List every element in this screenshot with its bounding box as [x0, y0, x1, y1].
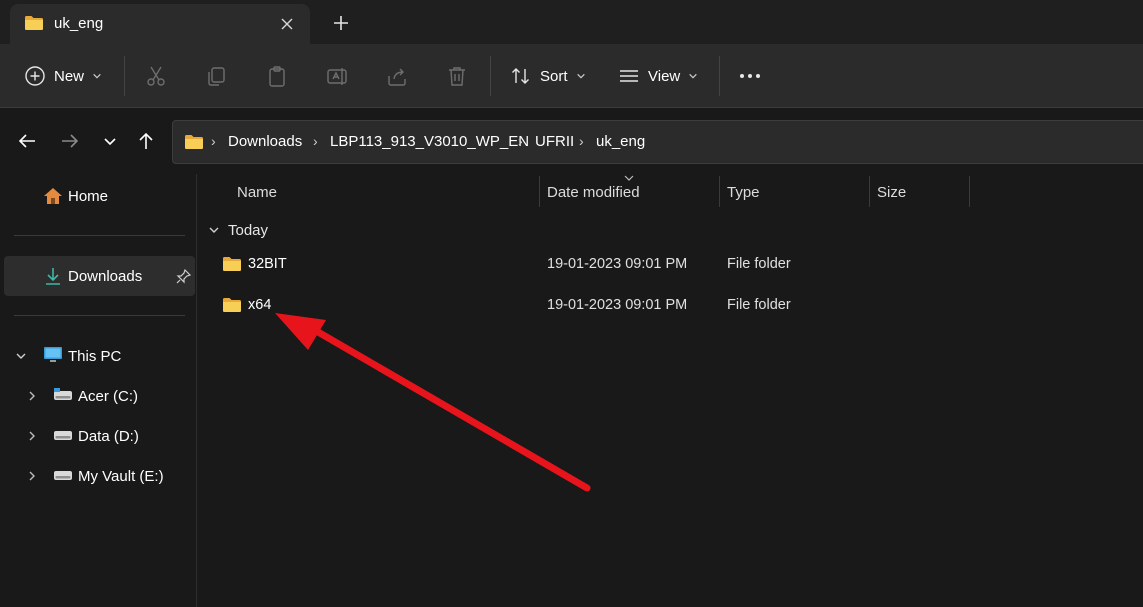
- drive-icon: [53, 428, 73, 442]
- copy-icon[interactable]: [204, 64, 228, 88]
- list-item[interactable]: 32BIT 19-01-2023 09:01 PM File folder: [210, 247, 990, 281]
- chevron-down-icon[interactable]: [15, 350, 27, 362]
- chevron-down-icon: [688, 71, 698, 81]
- plus-icon[interactable]: [328, 10, 354, 36]
- breadcrumb-downloads[interactable]: Downloads: [228, 133, 302, 150]
- download-icon: [46, 268, 60, 285]
- sidebar-label-home: Home: [68, 188, 109, 205]
- new-label: New: [54, 67, 85, 85]
- file-name: 32BIT: [248, 256, 287, 272]
- forward-arrow-icon[interactable]: [58, 129, 82, 153]
- sort-button[interactable]: Sort: [510, 58, 586, 94]
- active-tab[interactable]: uk_eng: [10, 4, 310, 44]
- sidebar-item-drive-e[interactable]: My Vault (E:): [0, 456, 195, 496]
- address-bar[interactable]: › Downloads › LBP113_913_V3010_WP_EN › U…: [172, 120, 1143, 164]
- column-header-type[interactable]: Type: [727, 184, 760, 201]
- recent-locations-icon[interactable]: [98, 129, 122, 153]
- chevron-down-icon: [576, 71, 586, 81]
- chevron-down-icon: [92, 71, 102, 81]
- sidebar-item-drive-c[interactable]: Acer (C:): [0, 376, 195, 416]
- sidebar-divider: [14, 315, 185, 316]
- column-header-name[interactable]: Name: [237, 184, 277, 201]
- sort-icon: [512, 68, 529, 84]
- sidebar-item-home[interactable]: Home: [0, 176, 195, 216]
- folder-icon: [184, 134, 204, 150]
- view-label: View: [648, 67, 681, 85]
- system-drive-icon: [54, 388, 73, 402]
- breadcrumb-ufrii[interactable]: UFRII: [535, 133, 574, 150]
- up-arrow-icon[interactable]: [134, 129, 158, 153]
- folder-icon: [222, 297, 242, 313]
- computer-icon: [44, 347, 62, 362]
- chevron-right-icon[interactable]: [26, 430, 38, 442]
- file-name: x64: [248, 297, 272, 313]
- sidebar-item-downloads[interactable]: Downloads: [4, 256, 195, 296]
- command-bar: New Sort View: [0, 44, 1143, 108]
- folder-icon: [222, 256, 242, 272]
- column-divider[interactable]: [539, 176, 540, 207]
- toolbar-divider: [719, 56, 720, 96]
- home-icon: [44, 188, 62, 204]
- breadcrumb-lbp-folder[interactable]: LBP113_913_V3010_WP_EN: [330, 133, 529, 150]
- group-label: Today: [228, 221, 269, 239]
- column-divider[interactable]: [719, 176, 720, 207]
- sidebar-label-drive-c: Acer (C:): [78, 388, 138, 405]
- file-type: File folder: [727, 256, 791, 272]
- chevron-down-icon: [208, 224, 220, 236]
- sidebar-item-this-pc[interactable]: This PC: [0, 336, 195, 376]
- column-header-size[interactable]: Size: [877, 184, 906, 201]
- group-header-today[interactable]: Today: [208, 220, 268, 240]
- add-circle-icon: [25, 66, 45, 86]
- file-date-modified: 19-01-2023 09:01 PM: [547, 297, 688, 313]
- column-divider[interactable]: [969, 176, 970, 207]
- list-item[interactable]: x64 19-01-2023 09:01 PM File folder: [210, 288, 990, 322]
- breadcrumb-separator: ›: [579, 133, 584, 149]
- column-divider[interactable]: [869, 176, 870, 207]
- cut-icon[interactable]: [144, 64, 168, 88]
- chevron-right-icon[interactable]: [26, 470, 38, 482]
- folder-icon: [24, 15, 44, 31]
- sidebar-item-drive-d[interactable]: Data (D:): [0, 416, 195, 456]
- sidebar-divider: [14, 235, 185, 236]
- new-button[interactable]: New: [24, 58, 102, 94]
- navigation-bar: › Downloads › LBP113_913_V3010_WP_EN › U…: [0, 109, 1143, 174]
- pin-icon[interactable]: [176, 268, 192, 284]
- breadcrumb-separator: ›: [313, 133, 318, 149]
- toolbar-divider: [490, 56, 491, 96]
- chevron-right-icon[interactable]: [26, 390, 38, 402]
- tab-title: uk_eng: [54, 15, 104, 32]
- sidebar-label-drive-d: Data (D:): [78, 428, 139, 445]
- rename-icon[interactable]: [325, 64, 349, 88]
- tab-bar: uk_eng: [0, 0, 1143, 44]
- list-view-icon: [620, 70, 638, 82]
- breadcrumb-separator: ›: [211, 133, 216, 149]
- column-header-date-modified[interactable]: Date modified: [547, 184, 640, 201]
- share-icon[interactable]: [385, 64, 409, 88]
- back-arrow-icon[interactable]: [15, 129, 39, 153]
- breadcrumb-separator: ›: [518, 133, 523, 149]
- sort-indicator-icon: [624, 175, 634, 181]
- toolbar-divider: [124, 56, 125, 96]
- sidebar-label-drive-e: My Vault (E:): [78, 468, 164, 485]
- file-list: Name Date modified Type Size Today 32BIT…: [198, 174, 1143, 607]
- file-type: File folder: [727, 297, 791, 313]
- view-button[interactable]: View: [618, 58, 698, 94]
- close-icon[interactable]: [274, 11, 300, 37]
- drive-icon: [53, 468, 73, 482]
- sidebar-label-downloads: Downloads: [68, 268, 143, 285]
- more-icon[interactable]: [738, 64, 762, 88]
- navigation-pane: Home Downloads This PC Acer (C:) Data (D…: [0, 174, 197, 607]
- sidebar-label-this-pc: This PC: [68, 348, 122, 365]
- breadcrumb-uk-eng[interactable]: uk_eng: [596, 133, 645, 150]
- file-date-modified: 19-01-2023 09:01 PM: [547, 256, 688, 272]
- delete-icon[interactable]: [445, 64, 469, 88]
- paste-icon[interactable]: [265, 64, 289, 88]
- sort-label: Sort: [540, 67, 568, 85]
